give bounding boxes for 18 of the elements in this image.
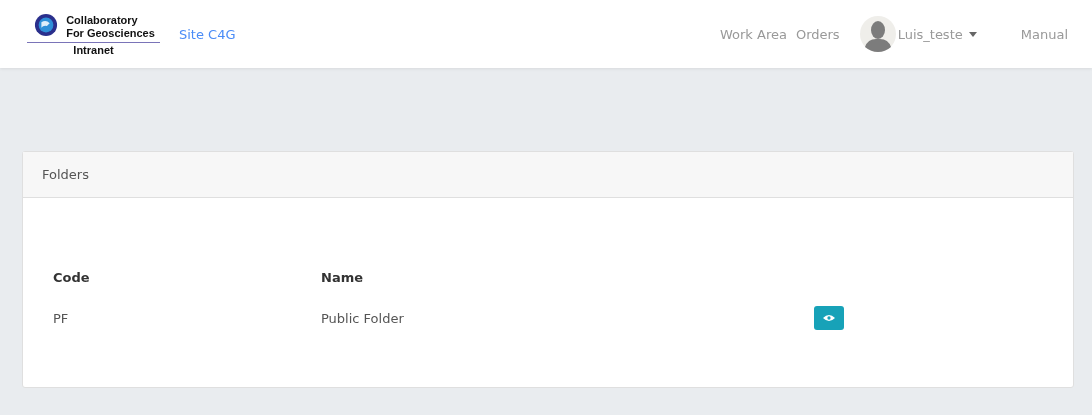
table-cell-text: PF (52, 309, 70, 328)
card-title: Folders (42, 167, 89, 182)
manual-link[interactable]: Manual (1020, 26, 1068, 42)
table-cell-text: Public Folder (320, 309, 405, 328)
nav-link[interactable]: Orders (795, 26, 840, 42)
caret-icon (968, 31, 977, 37)
logo-text: Collaboratory (66, 13, 138, 27)
column-header: Name (320, 268, 364, 287)
globe-logo-icon (34, 12, 58, 37)
site-link[interactable]: Site C4G (179, 26, 236, 42)
logo-subtitle: Intranet (73, 43, 114, 57)
nav-link[interactable]: Work Area (719, 26, 787, 42)
column-header: Code (52, 268, 91, 287)
user-menu[interactable]: Luis_teste (859, 16, 977, 52)
eye-icon (823, 314, 835, 322)
logo-text: For Geosciences (66, 26, 155, 40)
view-button[interactable] (814, 306, 844, 330)
avatar-icon (859, 16, 896, 52)
